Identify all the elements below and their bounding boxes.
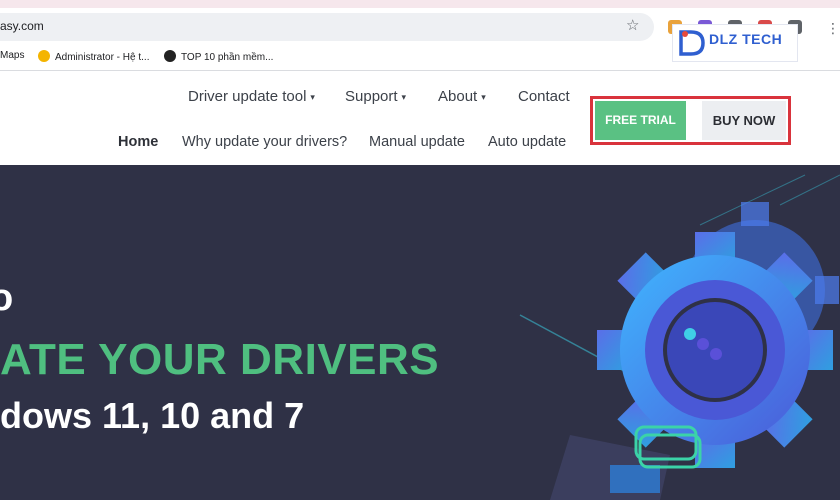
hero-heading-line2: ATE YOUR DRIVERS (0, 335, 440, 384)
nav-manual-update[interactable]: Manual update (369, 134, 465, 150)
address-bar-url[interactable]: asy.com (0, 19, 44, 33)
hero-heading-line1: o (0, 277, 14, 319)
free-trial-button[interactable]: FREE TRIAL (595, 101, 686, 140)
nav-label: About (438, 88, 478, 105)
buy-now-button[interactable]: BUY NOW (702, 101, 786, 140)
hero-banner: o ATE YOUR DRIVERS dows 11, 10 and 7 (0, 165, 840, 500)
chevron-down-icon: ▾ (310, 92, 315, 102)
nav-contact[interactable]: Contact (518, 88, 570, 105)
logo-text: DLZ TECH (709, 31, 783, 47)
nav-driver-update-tool[interactable]: Driver update tool ▾ (188, 88, 315, 105)
nav-label: Contact (518, 88, 570, 105)
bookmark-label: Administrator - Hệ t... (55, 52, 150, 63)
bookmark-administrator[interactable]: Administrator - Hệ t... (38, 50, 149, 63)
browser-menu-icon[interactable]: ⋮ (826, 20, 840, 37)
nav-support[interactable]: Support ▾ (345, 88, 406, 105)
gear-illustration-icon (519, 174, 840, 500)
bookmark-maps[interactable]: Maps (0, 50, 24, 61)
logo-mark-icon (679, 30, 705, 56)
dlz-tech-logo: DLZ TECH (672, 24, 798, 62)
bookmark-label: Maps (0, 50, 25, 61)
bookmark-top10[interactable]: TOP 10 phần mềm... (164, 50, 273, 63)
bookmark-favicon-icon (38, 50, 50, 62)
nav-home[interactable]: Home (118, 134, 158, 150)
address-bar[interactable]: asy.com ☆ (0, 13, 654, 41)
nav-why-update[interactable]: Why update your drivers? (182, 134, 347, 150)
nav-auto-update[interactable]: Auto update (488, 134, 566, 150)
bookmark-favicon-icon (164, 50, 176, 62)
bookmark-star-icon[interactable]: ☆ (626, 16, 639, 34)
nav-label: Driver update tool (188, 88, 307, 105)
chevron-down-icon: ▾ (481, 92, 486, 102)
chevron-down-icon: ▾ (401, 92, 407, 102)
browser-tab-strip (0, 0, 840, 8)
hero-heading-line3: dows 11, 10 and 7 (0, 395, 305, 436)
bookmark-label: TOP 10 phần mềm... (181, 52, 274, 63)
nav-label: Support (345, 88, 398, 105)
nav-about[interactable]: About ▾ (438, 88, 486, 105)
